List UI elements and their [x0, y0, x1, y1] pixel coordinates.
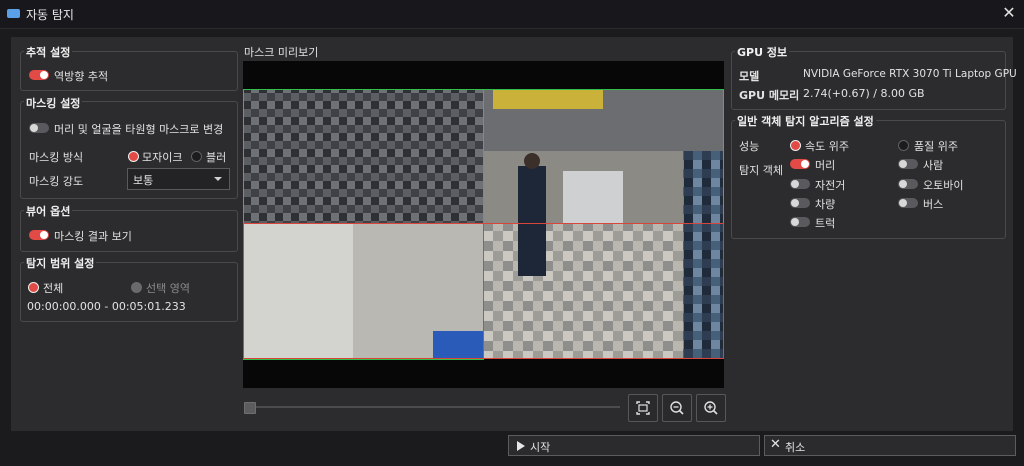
- app-icon: [7, 9, 20, 18]
- title-bar: [0, 0, 1024, 29]
- object-bus-toggle[interactable]: [898, 198, 918, 208]
- view-options-title: 뷰어 옵션: [24, 203, 73, 219]
- gpu-title: GPU 정보: [735, 44, 790, 60]
- fit-screen-icon: [636, 401, 650, 415]
- cancel-button[interactable]: ✕ 취소: [764, 435, 1016, 456]
- zoom-in-button[interactable]: [696, 394, 726, 422]
- start-label: 시작: [530, 441, 551, 454]
- preview-viewer[interactable]: [243, 61, 724, 388]
- object-truck-label: 트럭: [815, 217, 836, 230]
- reverse-tracking-toggle[interactable]: [29, 70, 49, 80]
- range-selection-label: 선택 영역: [146, 282, 190, 295]
- fit-screen-button[interactable]: [628, 394, 658, 422]
- mosaic-radio[interactable]: [128, 151, 139, 162]
- zoom-in-icon: [704, 401, 718, 415]
- ellipse-mask-label: 머리 및 얼굴을 타원형 마스크로 변경: [54, 123, 224, 136]
- seek-bar[interactable]: [244, 402, 622, 414]
- object-person-label: 사람: [923, 159, 944, 172]
- blur-radio[interactable]: [191, 151, 202, 162]
- gpu-model-label: 모델: [739, 70, 760, 83]
- play-icon: [517, 441, 525, 451]
- close-icon[interactable]: ✕: [999, 3, 1019, 23]
- object-bicycle-label: 자전거: [815, 179, 846, 192]
- seek-handle[interactable]: [244, 402, 256, 414]
- object-bus-label: 버스: [923, 198, 944, 211]
- quality-priority-radio[interactable]: [898, 140, 909, 151]
- mosaic-label: 모자이크: [142, 151, 183, 164]
- gpu-model-value: NVIDIA GeForce RTX 3070 Ti Laptop GPU: [803, 68, 1017, 80]
- reverse-tracking-label: 역방향 추적: [54, 70, 109, 83]
- preview-frame: [243, 89, 724, 360]
- time-range-text: 00:00:00.000 - 00:05:01.233: [27, 300, 186, 313]
- show-result-label: 마스킹 결과 보기: [54, 230, 132, 243]
- algorithm-group: [731, 120, 1006, 239]
- object-motorcycle-label: 오토바이: [923, 179, 964, 192]
- detection-range-title: 탐지 범위 설정: [24, 255, 97, 271]
- gpu-memory-label: GPU 메모리: [739, 89, 800, 102]
- zoom-out-icon: [670, 401, 684, 415]
- zoom-out-button[interactable]: [662, 394, 692, 422]
- quality-priority-label: 품질 위주: [914, 140, 958, 153]
- objects-label: 탐지 객체: [739, 164, 783, 177]
- object-car-label: 차량: [815, 198, 836, 211]
- speed-priority-label: 속도 위주: [805, 140, 849, 153]
- performance-label: 성능: [739, 140, 760, 153]
- object-head-toggle[interactable]: [790, 159, 810, 169]
- masking-title: 마스킹 설정: [24, 95, 83, 111]
- masking-strength-value: 보통: [133, 174, 154, 187]
- blur-label: 블러: [206, 151, 227, 164]
- range-all-label: 전체: [43, 282, 64, 295]
- chevron-down-icon: [214, 177, 222, 181]
- object-bicycle-toggle[interactable]: [790, 179, 810, 189]
- cancel-label: 취소: [785, 441, 806, 454]
- close-icon: ✕: [770, 437, 781, 452]
- range-all-radio[interactable]: [28, 282, 39, 293]
- object-car-toggle[interactable]: [790, 198, 810, 208]
- object-person-toggle[interactable]: [898, 159, 918, 169]
- preview-title: 마스크 미리보기: [244, 46, 319, 59]
- tracking-title: 추적 설정: [24, 44, 73, 60]
- masking-strength-label: 마스킹 강도: [29, 175, 84, 188]
- window-title: 자동 탐지: [26, 8, 74, 22]
- range-selection-radio[interactable]: [131, 282, 142, 293]
- ellipse-mask-toggle[interactable]: [29, 123, 49, 133]
- start-button[interactable]: 시작: [508, 435, 760, 456]
- speed-priority-radio[interactable]: [790, 140, 801, 151]
- show-result-toggle[interactable]: [29, 230, 49, 240]
- seek-track: [248, 406, 620, 408]
- object-truck-toggle[interactable]: [790, 217, 810, 227]
- object-head-label: 머리: [815, 159, 836, 172]
- gpu-memory-value: 2.74(+0.67) / 8.00 GB: [803, 87, 925, 100]
- object-motorcycle-toggle[interactable]: [898, 179, 918, 189]
- algorithm-title: 일반 객체 탐지 알고리즘 설정: [735, 113, 876, 129]
- masking-method-label: 마스킹 방식: [29, 151, 84, 164]
